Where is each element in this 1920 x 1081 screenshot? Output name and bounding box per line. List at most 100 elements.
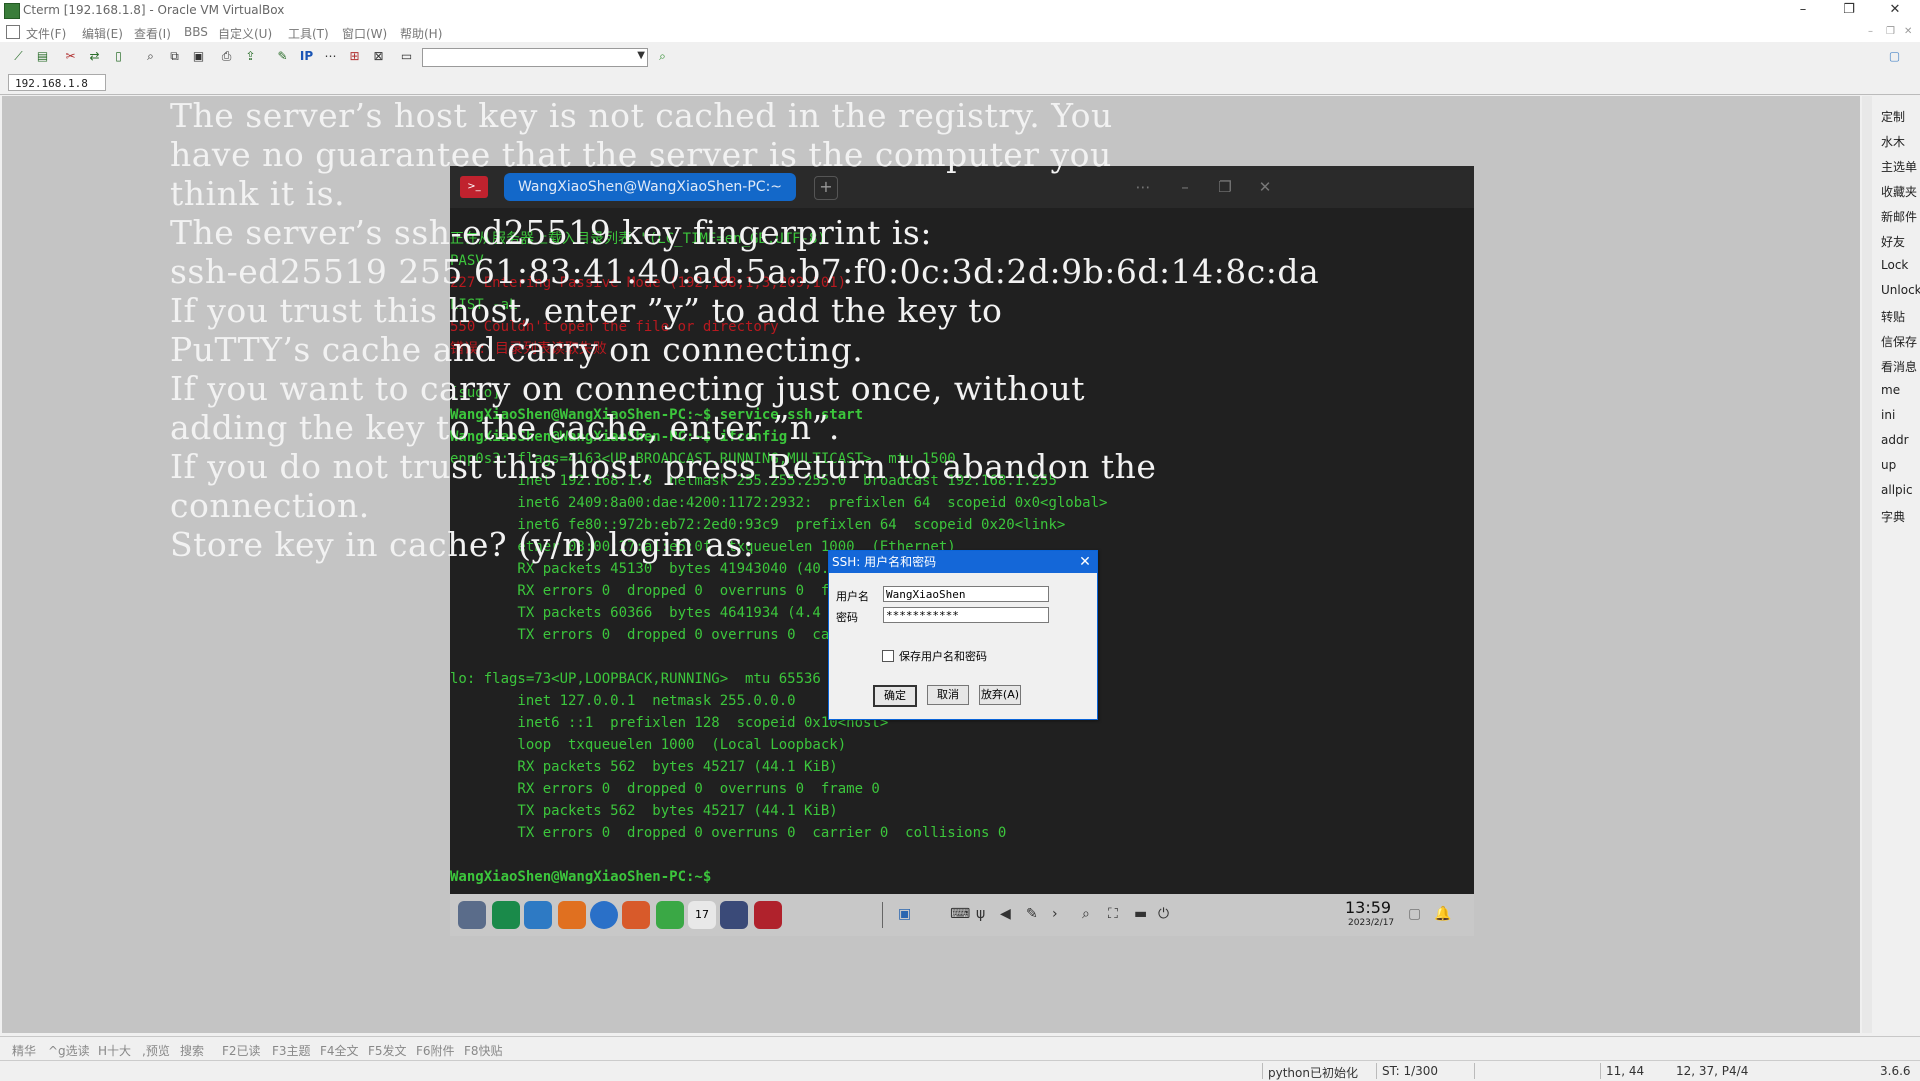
menu-edit[interactable]: 编辑(E) [82, 25, 123, 42]
app-store-icon[interactable] [558, 901, 586, 929]
quick-connect-icon[interactable]: ▤ [34, 49, 51, 64]
sidebar-item[interactable]: 好友 [1881, 233, 1905, 250]
keyboard-icon[interactable]: ⌨ [950, 906, 970, 922]
menu-custom[interactable]: 自定义(U) [218, 25, 272, 42]
photos-icon[interactable] [622, 901, 650, 929]
function-key-bar: 精华 ^g选读 H十大 ,预览 搜索 F2已读 F3主题 F4全文 F5发文 F… [0, 1036, 1920, 1061]
volume-icon[interactable]: ◀ [1000, 906, 1011, 922]
sidebar-item[interactable]: 字典 [1881, 508, 1905, 525]
vertical-scrollbar[interactable] [1862, 96, 1872, 1033]
close-button[interactable]: ✕ [1872, 0, 1918, 22]
music-icon[interactable] [656, 901, 684, 929]
usb-icon[interactable]: ψ [976, 906, 985, 922]
session-icon[interactable]: ▯ [110, 49, 127, 64]
ok-button[interactable]: 确定 [873, 685, 917, 707]
cancel-button[interactable]: 取消 [927, 685, 969, 705]
fn-key[interactable]: 精华 [12, 1042, 36, 1059]
fn-key[interactable]: F3主题 [272, 1042, 311, 1059]
dock-divider [882, 902, 883, 928]
file-manager-icon[interactable] [524, 901, 552, 929]
disconnect-icon[interactable]: ✂ [62, 49, 79, 64]
image-icon[interactable]: ⊠ [370, 49, 387, 64]
fn-key[interactable]: F2已读 [222, 1042, 261, 1059]
chevron-down-icon[interactable]: ▼ [637, 50, 645, 61]
menu-view[interactable]: 查看(I) [134, 25, 171, 42]
sidebar-item[interactable]: 新邮件 [1881, 208, 1917, 225]
search-dock-icon[interactable]: ⌕ [1082, 906, 1090, 922]
fn-key[interactable]: F4全文 [320, 1042, 359, 1059]
launcher-icon[interactable] [458, 901, 486, 929]
mdi-close-icon[interactable]: ✕ [1904, 26, 1912, 37]
sidebar-item[interactable]: Unlock [1881, 283, 1920, 297]
fn-key[interactable]: F6附件 [416, 1042, 455, 1059]
ip-button[interactable]: IP [298, 49, 315, 64]
fn-key[interactable]: H十大 [98, 1042, 131, 1059]
menu-help[interactable]: 帮助(H) [400, 25, 442, 42]
window-icon[interactable]: ▣ [898, 906, 911, 922]
sidebar-item[interactable]: 转贴 [1881, 308, 1905, 325]
sidebar-item[interactable]: ini [1881, 408, 1895, 422]
terminal-line: WangXiaoShen@WangXiaoShen-PC:~$ [450, 869, 712, 885]
menu-tools[interactable]: 工具(T) [288, 25, 329, 42]
sidebar-item[interactable]: me [1881, 383, 1900, 397]
window-icon[interactable]: ▭ [398, 49, 415, 64]
username-input[interactable]: WangXiaoShen [883, 586, 1049, 602]
message-icon[interactable]: ▢ [1886, 49, 1903, 64]
copy-icon[interactable]: ⧉ [166, 49, 183, 64]
pen-icon[interactable]: ✎ [1026, 906, 1038, 922]
paste-icon[interactable]: ▣ [190, 49, 207, 64]
mdi-minimize-icon[interactable]: – [1868, 26, 1873, 37]
minimize-button[interactable]: – [1780, 0, 1826, 22]
fn-key[interactable]: F5发文 [368, 1042, 407, 1059]
connect-icon[interactable]: ⟋ [10, 49, 27, 64]
power-icon[interactable]: ⏻ [1158, 906, 1169, 922]
address-combo[interactable]: ▼ [422, 48, 648, 67]
fn-key[interactable]: F8快贴 [464, 1042, 503, 1059]
sidebar-item[interactable]: 水木 [1881, 133, 1905, 150]
mdi-restore-icon[interactable]: ❐ [1886, 26, 1895, 37]
sidebar-item[interactable]: addr [1881, 433, 1909, 447]
password-input[interactable]: *********** [883, 607, 1049, 623]
sidebar-item[interactable]: 看消息 [1881, 358, 1917, 375]
save-credentials-checkbox[interactable] [882, 650, 894, 662]
fn-key[interactable]: ,预览 [142, 1042, 170, 1059]
browser-icon[interactable] [590, 901, 618, 929]
abandon-button[interactable]: 放弃(A) [979, 685, 1021, 705]
settings-icon[interactable] [720, 901, 748, 929]
terminal-area[interactable]: >_ WangXiaoShen@WangXiaoShen-PC:~ + ⋯ – … [2, 96, 1860, 1033]
find-icon[interactable]: ⌕ [142, 49, 159, 64]
multitask-icon[interactable]: ▬ [1134, 906, 1147, 922]
menu-bbs[interactable]: BBS [184, 25, 208, 39]
edit-icon[interactable]: ✎ [274, 49, 291, 64]
notification-bell-icon[interactable]: 🔔 [1434, 906, 1451, 922]
grid-icon[interactable]: ⊞ [346, 49, 363, 64]
maximize-button[interactable]: ❐ [1826, 0, 1872, 22]
sidebar-item[interactable]: Lock [1881, 258, 1908, 272]
fn-key[interactable]: 搜索 [180, 1042, 204, 1059]
sidebar-item[interactable]: up [1881, 458, 1896, 472]
session-tab[interactable]: 192.168.1.8 [8, 74, 106, 91]
calendar-icon[interactable]: 17 [688, 901, 716, 929]
trash-icon[interactable]: ▢ [1408, 906, 1421, 922]
chevron-right-icon[interactable]: › [1052, 906, 1058, 922]
sidebar-item[interactable]: 收藏夹 [1881, 183, 1917, 200]
search-icon[interactable]: ⌕ [654, 49, 671, 64]
terminal-dock-icon[interactable] [754, 901, 782, 929]
password-label: 密码 [836, 611, 858, 624]
reconnect-icon[interactable]: ⇄ [86, 49, 103, 64]
fn-key[interactable]: ^g选读 [48, 1042, 90, 1059]
upload-icon[interactable]: ⇪ [242, 49, 259, 64]
sidebar-item[interactable]: allpic [1881, 483, 1913, 497]
dots-icon[interactable]: ⋯ [322, 49, 339, 64]
sidebar-item[interactable]: 信保存 [1881, 333, 1917, 350]
menu-file[interactable]: 文件(F) [26, 25, 66, 42]
sidebar-item[interactable]: 主选单 [1881, 158, 1917, 175]
screenshot-icon[interactable]: ⛶ [1108, 906, 1118, 922]
desktop-icon[interactable] [492, 901, 520, 929]
dialog-close-icon[interactable]: ✕ [1077, 551, 1093, 573]
sidebar-item[interactable]: 定制 [1881, 108, 1905, 125]
print-icon[interactable]: ⎙ [218, 49, 235, 64]
status-python: python已初始化 [1268, 1066, 1358, 1080]
menu-bar: 文件(F) 编辑(E) 查看(I) BBS 自定义(U) 工具(T) 窗口(W)… [0, 22, 1920, 42]
menu-window[interactable]: 窗口(W) [342, 25, 387, 42]
